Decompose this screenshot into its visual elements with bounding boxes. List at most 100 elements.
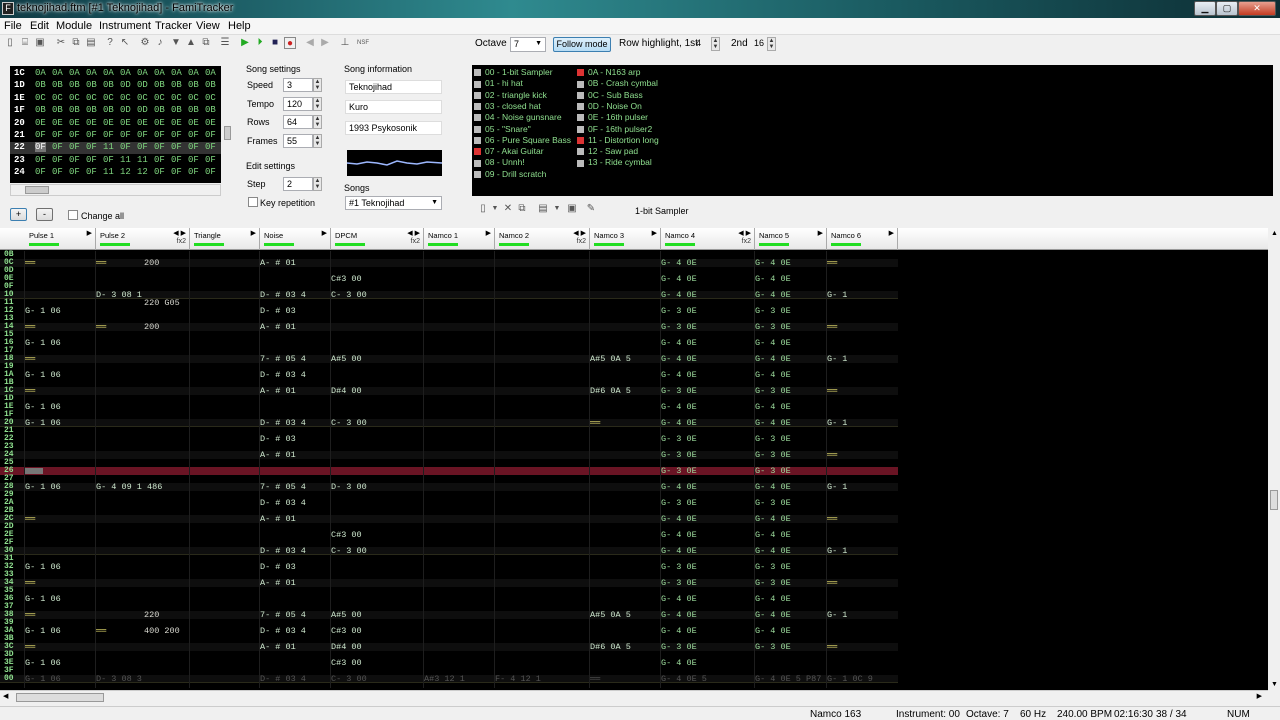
- channel-header-namco-5[interactable]: Namco 5 ▶: [755, 228, 827, 250]
- frame-list-scrollbar[interactable]: [223, 66, 232, 183]
- instrument-item[interactable]: 13 - Ride cymbal: [577, 157, 652, 167]
- note-cell[interactable]: D#4 00: [331, 642, 362, 652]
- frame-cell[interactable]: 0F: [86, 155, 97, 165]
- frame-cell[interactable]: 0C: [86, 93, 97, 103]
- frame-cell[interactable]: 0B: [154, 105, 165, 115]
- row-highlight-2nd-spin[interactable]: ▲ ▼: [767, 37, 776, 51]
- frame-cell[interactable]: 0F: [137, 142, 148, 152]
- frame-cell[interactable]: 0C: [52, 93, 63, 103]
- play-icon[interactable]: ▶: [239, 37, 251, 49]
- rows-field[interactable]: 64: [283, 115, 313, 129]
- note-cell[interactable]: C- 3 00: [331, 290, 367, 300]
- frame-cell[interactable]: 11: [103, 142, 114, 152]
- note-cell[interactable]: D#4 00: [331, 386, 362, 396]
- frame-cell[interactable]: 0B: [86, 105, 97, 115]
- channel-arrows-icon[interactable]: ◀ ▶: [738, 229, 751, 237]
- frame-cell[interactable]: 0F: [205, 142, 216, 152]
- stop-icon[interactable]: ■: [269, 37, 281, 49]
- frame-cell[interactable]: 0F: [154, 130, 165, 140]
- key-repetition-checkbox[interactable]: [248, 197, 258, 207]
- note-cell[interactable]: G- 4 0E: [661, 482, 697, 492]
- frame-cell[interactable]: 0F: [52, 142, 63, 152]
- frame-cell[interactable]: 0D: [120, 80, 131, 90]
- note-cell[interactable]: A#5 00: [331, 354, 362, 364]
- note-cell[interactable]: ══: [827, 578, 837, 588]
- instrument-item[interactable]: 05 - "Snare": [474, 124, 531, 134]
- frame-cell[interactable]: 0F: [188, 167, 199, 177]
- note-cell[interactable]: 7- # 05 4: [260, 482, 306, 492]
- frame-down-icon[interactable]: ▼: [170, 37, 182, 49]
- frame-cell[interactable]: 0F: [103, 155, 114, 165]
- note-cell[interactable]: ══: [827, 258, 837, 268]
- song-copyright-field[interactable]: 1993 Psykosonik: [345, 121, 442, 135]
- speed-field[interactable]: 3: [283, 78, 313, 92]
- copy-icon[interactable]: ⧉: [70, 37, 82, 49]
- note-cell[interactable]: G- 1 06: [25, 370, 61, 380]
- clone-instrument-icon[interactable]: ⧉: [516, 203, 528, 215]
- note-cell[interactable]: G- 1: [827, 418, 847, 428]
- instrument-item[interactable]: 04 - Noise gunsnare: [474, 112, 562, 122]
- channel-header-namco-6[interactable]: Namco 6 ▶: [827, 228, 898, 250]
- note-cell[interactable]: G- 4 0E: [661, 274, 697, 284]
- note-cell[interactable]: G- 3 0E: [661, 498, 697, 508]
- note-cell[interactable]: D- 3 08 3: [96, 674, 142, 684]
- frame-cell[interactable]: 0F: [205, 167, 216, 177]
- menu-instrument[interactable]: Instrument: [99, 20, 151, 32]
- note-cell[interactable]: D- # 03: [260, 306, 296, 316]
- frame-cell[interactable]: 0E: [103, 118, 114, 128]
- note-cell[interactable]: A#5 00: [331, 610, 362, 620]
- settings-icon[interactable]: ☰: [219, 37, 231, 49]
- note-cell[interactable]: G- 4 0E: [755, 546, 791, 556]
- pattern-hscroll[interactable]: ◀ ▶: [0, 690, 1268, 704]
- instrument-list[interactable]: 00 - 1-bit Sampler 01 - hi hat 02 - triang…: [472, 65, 1273, 196]
- instrument-item[interactable]: 0A - N163 arp: [577, 67, 640, 77]
- module-properties-icon[interactable]: ⚙: [139, 37, 151, 49]
- channel-arrows-icon[interactable]: ▶: [87, 229, 92, 237]
- open-file-icon[interactable]: ⌸: [19, 37, 31, 49]
- note-cell[interactable]: D- # 03: [260, 562, 296, 572]
- note-cell[interactable]: F- 4 12 1: [495, 674, 541, 684]
- frame-cell[interactable]: 0F: [52, 155, 63, 165]
- note-cell[interactable]: G- 3 0E: [755, 642, 791, 652]
- frame-cell[interactable]: 0A: [35, 68, 46, 78]
- paste-icon[interactable]: ▤: [85, 37, 97, 49]
- frame-cell[interactable]: 0B: [69, 105, 80, 115]
- note-cell[interactable]: ══: [25, 610, 35, 620]
- note-cell[interactable]: 220 G05: [144, 298, 180, 308]
- note-cell[interactable]: D- # 03 4: [260, 290, 306, 300]
- remove-frame-button[interactable]: -: [36, 208, 53, 221]
- frame-cell[interactable]: 0D: [137, 105, 148, 115]
- frame-cell[interactable]: 0B: [35, 105, 46, 115]
- frame-row[interactable]: 1E 0C 0C 0C 0C 0C 0C 0C 0C 0C 0C 0C: [10, 93, 221, 105]
- note-cell[interactable]: G- 4 0E: [755, 370, 791, 380]
- note-cell[interactable]: ══: [827, 386, 837, 396]
- frame-cell[interactable]: 0B: [103, 80, 114, 90]
- scroll-right-icon[interactable]: ▶: [1257, 692, 1262, 700]
- note-cell[interactable]: G- 3 0E: [755, 386, 791, 396]
- frame-cell[interactable]: 0F: [171, 130, 182, 140]
- previous-song-icon[interactable]: ◀: [304, 37, 316, 49]
- channel-header-namco-3[interactable]: Namco 3 ▶: [590, 228, 661, 250]
- scroll-up-icon[interactable]: ▲: [1271, 230, 1278, 237]
- note-cell[interactable]: G- 3 0E: [661, 642, 697, 652]
- frame-cell[interactable]: 0C: [120, 93, 131, 103]
- note-cell[interactable]: G- 4 0E: [755, 482, 791, 492]
- frame-cell[interactable]: 0E: [120, 118, 131, 128]
- frame-cell[interactable]: 0F: [188, 155, 199, 165]
- note-cell[interactable]: G- 1: [827, 290, 847, 300]
- note-cell[interactable]: C- 3 00: [331, 418, 367, 428]
- song-name-field[interactable]: Teknojihad: [345, 80, 442, 94]
- note-cell[interactable]: G- 4 0E: [755, 594, 791, 604]
- maximize-button[interactable]: ▢: [1216, 1, 1238, 16]
- frame-cell[interactable]: 0B: [171, 105, 182, 115]
- channel-header-namco-4[interactable]: Namco 4 ◀ ▶ fx2: [661, 228, 755, 250]
- note-cell[interactable]: ══: [827, 514, 837, 524]
- frame-cell[interactable]: 0E: [137, 118, 148, 128]
- menu-view[interactable]: View: [196, 20, 220, 32]
- note-cell[interactable]: G- 4 0E: [661, 530, 697, 540]
- frame-cell[interactable]: 0A: [137, 68, 148, 78]
- frame-cell[interactable]: 0F: [205, 130, 216, 140]
- note-cell[interactable]: G- 3 0E: [661, 434, 697, 444]
- frame-cell[interactable]: 0A: [52, 68, 63, 78]
- new-instrument-icon[interactable]: ▯: [477, 203, 489, 215]
